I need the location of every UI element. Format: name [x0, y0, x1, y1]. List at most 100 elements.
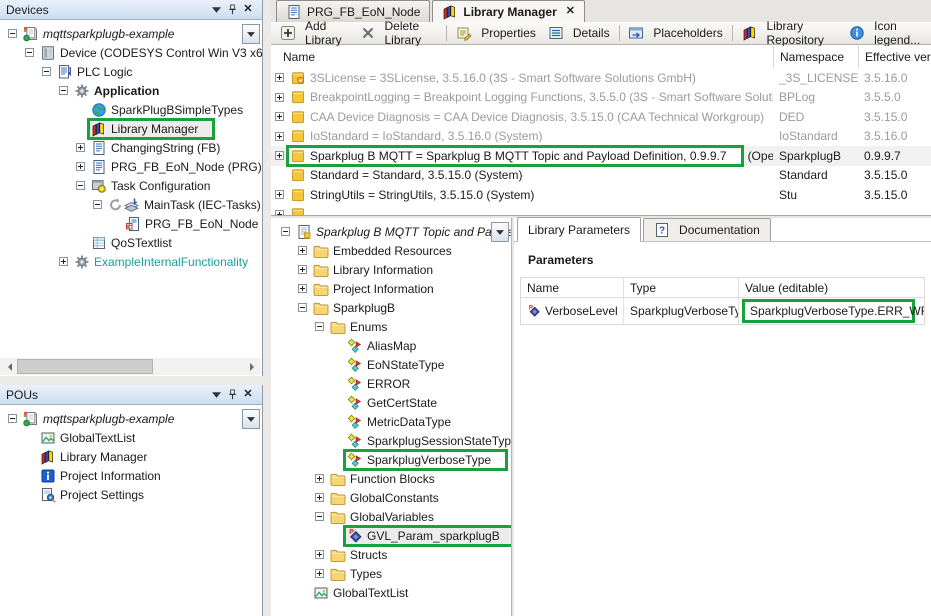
close-icon[interactable]: ✕ — [240, 3, 256, 17]
tree-item[interactable]: Project Settings — [0, 485, 262, 504]
collapse-icon[interactable] — [279, 227, 292, 236]
library-row[interactable]: BreakpointLogging = Breakpoint Logging F… — [271, 88, 931, 108]
tree-item[interactable]: Function Blocks — [271, 469, 511, 488]
tree-item[interactable]: mqttsparkplugb-example — [0, 24, 262, 43]
tree-item[interactable]: GlobalConstants — [271, 488, 511, 507]
tree-item[interactable]: Structs — [271, 545, 511, 564]
column-header-effective-version[interactable]: Effective version — [858, 46, 931, 68]
tree-item[interactable]: ExampleInternalFunctionality — [0, 252, 262, 271]
tree-item[interactable]: SparkplugB — [271, 298, 511, 317]
panel-splitter[interactable] — [263, 0, 271, 616]
pin-icon[interactable] — [224, 3, 240, 17]
parameter-row[interactable]: PVerboseLevelSparkplugVerboseTypeSparkpl… — [521, 298, 924, 324]
collapse-icon[interactable] — [313, 512, 326, 521]
collapse-icon[interactable] — [57, 86, 70, 95]
details-button[interactable]: Details — [542, 23, 616, 44]
tab-library-manager[interactable]: Library Manager✕ — [432, 0, 585, 22]
library-row[interactable]: Sparkplug B MQTT = Sparkplug B MQTT Topi… — [271, 146, 931, 166]
scrollbar-thumb[interactable] — [17, 359, 153, 374]
tree-item[interactable]: Application — [0, 81, 262, 100]
expand-icon[interactable] — [313, 569, 326, 578]
tree-item[interactable]: ERROR — [271, 374, 511, 393]
close-icon[interactable]: ✕ — [240, 388, 256, 402]
chevron-down-icon[interactable] — [208, 3, 224, 17]
scroll-right-icon[interactable] — [244, 358, 261, 375]
library-row[interactable]: Standard = Standard, 3.5.15.0 (System)St… — [271, 166, 931, 186]
expand-icon[interactable] — [296, 265, 309, 274]
collapse-icon[interactable] — [313, 322, 326, 331]
tree-item[interactable]: SparkplugSessionStateType — [271, 431, 511, 450]
collapse-icon[interactable] — [23, 48, 36, 57]
expand-icon[interactable] — [296, 246, 309, 255]
tree-item[interactable]: Library Information — [271, 260, 511, 279]
collapse-icon[interactable] — [40, 67, 53, 76]
dropdown-button[interactable] — [491, 222, 509, 242]
parameter-value-cell[interactable]: SparkplugVerboseType.ERR_WRN — [738, 298, 924, 324]
tree-item[interactable]: Project Information — [0, 466, 262, 485]
expand-icon[interactable] — [313, 474, 326, 483]
expand-icon[interactable] — [273, 151, 286, 160]
tree-item[interactable]: Library Manager — [0, 447, 262, 466]
tree-item[interactable]: Embedded Resources — [271, 241, 511, 260]
tree-item[interactable]: EoNStateType — [271, 355, 511, 374]
annotation-box[interactable]: SparkplugVerboseType.ERR_WRN — [742, 299, 915, 323]
delete-library-button[interactable]: Delete Library — [354, 23, 444, 44]
add-library-button[interactable]: Add Library — [274, 23, 354, 44]
library-row[interactable]: 3SLicense = 3SLicense, 3.5.16.0 (3S - Sm… — [271, 68, 931, 88]
close-icon[interactable]: ✕ — [566, 6, 575, 17]
tree-item[interactable]: GlobalVariables — [271, 507, 511, 526]
expand-icon[interactable] — [313, 550, 326, 559]
collapse-icon[interactable] — [6, 414, 19, 423]
tree-item[interactable]: PGVL_Param_sparkplugB — [271, 526, 511, 545]
tree-item[interactable]: AliasMap — [271, 336, 511, 355]
expand-icon[interactable] — [74, 162, 87, 171]
tree-item[interactable]: PRG_FB_EoN_Node — [0, 214, 262, 233]
scroll-left-icon[interactable] — [0, 358, 17, 375]
tree-item[interactable]: Sparkplug B MQTT Topic and Payload — [271, 222, 511, 241]
tree-item[interactable]: GetCertState — [271, 393, 511, 412]
library-row[interactable] — [271, 205, 931, 216]
tree-item[interactable]: GlobalTextList — [0, 428, 262, 447]
properties-button[interactable]: Properties — [450, 23, 542, 44]
expand-icon[interactable] — [273, 93, 286, 102]
expand-icon[interactable] — [273, 132, 286, 141]
tree-item[interactable]: Library Manager — [0, 119, 262, 138]
placeholders-button[interactable]: Placeholders — [622, 23, 728, 44]
dropdown-button[interactable] — [242, 409, 260, 429]
chevron-down-icon[interactable] — [208, 388, 224, 402]
library-row[interactable]: StringUtils = StringUtils, 3.5.15.0 (Sys… — [271, 185, 931, 205]
tree-item[interactable]: PRG_FB_EoN_Node (PRG) — [0, 157, 262, 176]
tree-item[interactable]: QoSTextlist — [0, 233, 262, 252]
expand-icon[interactable] — [273, 112, 286, 121]
tree-item[interactable]: MetricDataType — [271, 412, 511, 431]
devices-horizontal-scrollbar[interactable] — [0, 358, 261, 375]
expand-icon[interactable] — [273, 190, 286, 199]
collapse-icon[interactable] — [6, 29, 19, 38]
tree-item[interactable]: GlobalTextList — [271, 583, 511, 602]
column-header-namespace[interactable]: Namespace — [773, 46, 858, 68]
tree-item[interactable]: SparkPlugBSimpleTypes — [0, 100, 262, 119]
tab-library-parameters[interactable]: Library Parameters — [517, 217, 641, 242]
expand-icon[interactable] — [57, 257, 70, 266]
tree-item[interactable]: ChangingString (FB) — [0, 138, 262, 157]
expand-icon[interactable] — [296, 284, 309, 293]
column-header-name[interactable]: Name — [271, 46, 773, 68]
expand-icon[interactable] — [313, 493, 326, 502]
tree-item[interactable]: Types — [271, 564, 511, 583]
tree-item[interactable]: mqttsparkplugb-example — [0, 409, 262, 428]
collapse-icon[interactable] — [74, 181, 87, 190]
collapse-icon[interactable] — [296, 303, 309, 312]
library-repository-button[interactable]: Library Repository — [736, 23, 844, 44]
tree-item[interactable]: Device (CODESYS Control Win V3 x64) — [0, 43, 262, 62]
tree-item[interactable]: Enums — [271, 317, 511, 336]
expand-icon[interactable] — [273, 73, 286, 82]
library-row[interactable]: CAA Device Diagnosis = CAA Device Diagno… — [271, 107, 931, 127]
library-row[interactable]: IoStandard = IoStandard, 3.5.16.0 (Syste… — [271, 127, 931, 147]
icon-legend--button[interactable]: Icon legend... — [843, 23, 931, 44]
tree-item[interactable]: SparkplugVerboseType — [271, 450, 511, 469]
dropdown-button[interactable] — [242, 24, 260, 44]
tab-documentation[interactable]: ?Documentation — [643, 218, 771, 241]
tree-item[interactable]: PLC Logic — [0, 62, 262, 81]
collapse-icon[interactable] — [91, 200, 104, 209]
expand-icon[interactable] — [74, 143, 87, 152]
